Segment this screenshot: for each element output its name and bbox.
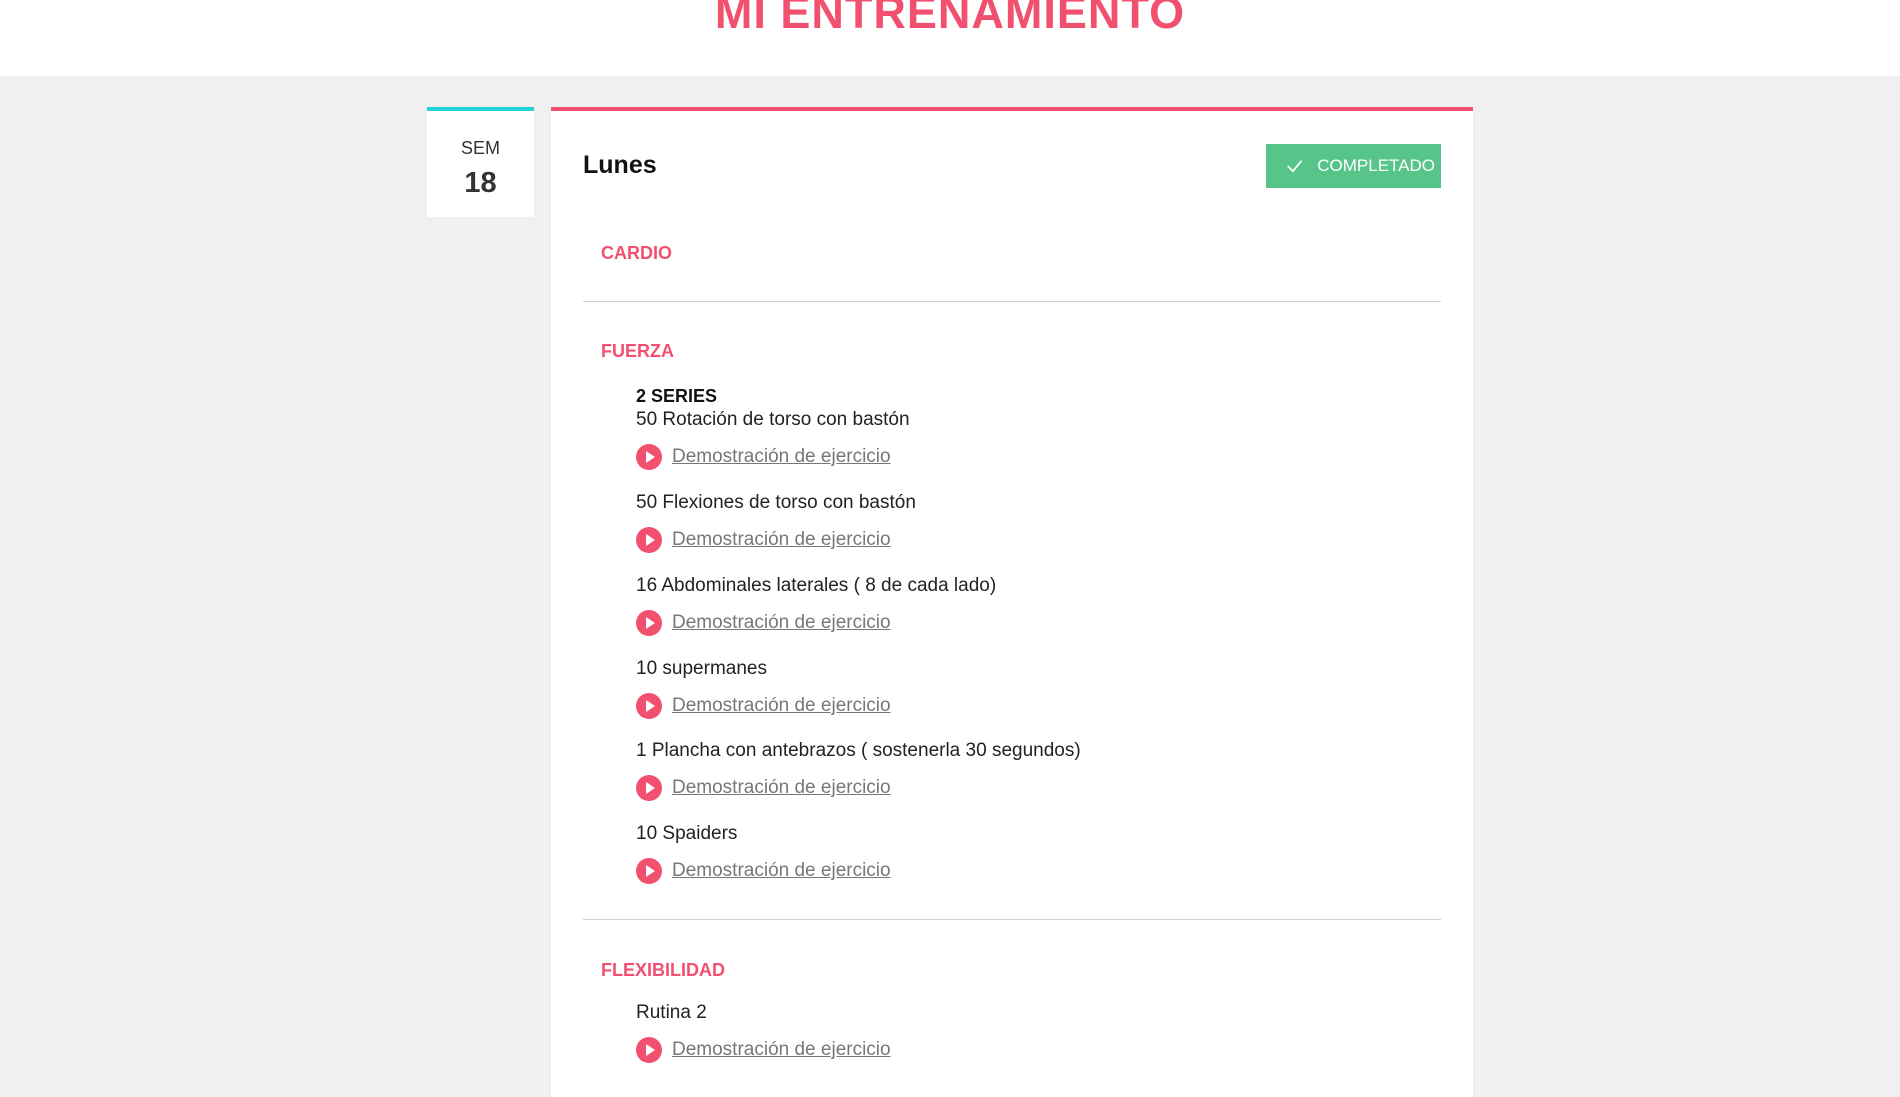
- exercise-demo-link[interactable]: Demostración de ejercicio: [672, 446, 891, 468]
- day-card: Lunes COMPLETADO CARDIO FUERZA 2 SERIES …: [551, 107, 1473, 1097]
- demo-row: Demostración de ejercicio: [636, 610, 1336, 636]
- demo-row: Demostración de ejercicio: [636, 775, 1336, 801]
- header: MI ENTRENAMIENTO: [0, 0, 1900, 76]
- week-number: 18: [464, 167, 497, 199]
- exercise-demo-link[interactable]: Demostración de ejercicio: [672, 1039, 891, 1061]
- exercise-demo-link[interactable]: Demostración de ejercicio: [672, 612, 891, 634]
- exercise-name: 1 Plancha con antebrazos ( sostenerla 30…: [636, 740, 1081, 761]
- exercise-item: 1 Plancha con antebrazos ( sostenerla 30…: [636, 740, 1336, 801]
- exercise-demo-link[interactable]: Demostración de ejercicio: [672, 860, 891, 882]
- demo-row: Demostración de ejercicio: [636, 444, 1336, 470]
- exercise-item: 10 Spaiders Demostración de ejercicio: [636, 823, 1336, 884]
- play-icon[interactable]: [636, 693, 662, 719]
- exercise-name: 50 Flexiones de torso con bastón: [636, 492, 916, 513]
- play-icon[interactable]: [636, 444, 662, 470]
- exercise-item: 50 Flexiones de torso con bastón Demostr…: [636, 492, 1336, 553]
- completed-label: COMPLETADO: [1317, 156, 1435, 175]
- play-icon[interactable]: [636, 858, 662, 884]
- exercise-item: 50 Rotación de torso con bastón Demostra…: [636, 409, 1336, 470]
- section-divider: [583, 301, 1441, 302]
- exercise-item: Rutina 2 Demostración de ejercicio: [636, 1002, 1336, 1063]
- week-card: SEM 18: [427, 107, 534, 217]
- completed-button[interactable]: COMPLETADO: [1266, 144, 1441, 188]
- play-icon[interactable]: [636, 1037, 662, 1063]
- section-title-cardio: CARDIO: [601, 243, 672, 263]
- series-label: 2 SERIES: [636, 386, 718, 406]
- exercise-name: 50 Rotación de torso con bastón: [636, 409, 910, 430]
- exercise-name: 10 supermanes: [636, 658, 767, 679]
- exercise-name: 16 Abdominales laterales ( 8 de cada lad…: [636, 575, 997, 596]
- demo-row: Demostración de ejercicio: [636, 693, 1336, 719]
- section-divider: [583, 919, 1441, 920]
- check-icon: [1287, 160, 1303, 173]
- exercise-name: Rutina 2: [636, 1002, 707, 1023]
- week-label: SEM: [460, 138, 500, 158]
- play-icon[interactable]: [636, 775, 662, 801]
- day-title: Lunes: [583, 151, 657, 179]
- section-title-fuerza: FUERZA: [601, 341, 674, 361]
- exercise-item: 16 Abdominales laterales ( 8 de cada lad…: [636, 575, 1336, 636]
- play-icon[interactable]: [636, 610, 662, 636]
- exercise-name: 10 Spaiders: [636, 823, 738, 844]
- exercise-item: 10 supermanes Demostración de ejercicio: [636, 658, 1336, 719]
- exercise-demo-link[interactable]: Demostración de ejercicio: [672, 529, 891, 551]
- demo-row: Demostración de ejercicio: [636, 858, 1336, 884]
- page-title: MI ENTRENAMIENTO: [714, 0, 1186, 38]
- exercise-demo-link[interactable]: Demostración de ejercicio: [672, 695, 891, 717]
- play-icon[interactable]: [636, 527, 662, 553]
- section-title-flexibilidad: FLEXIBILIDAD: [601, 960, 725, 980]
- demo-row: Demostración de ejercicio: [636, 527, 1336, 553]
- exercise-demo-link[interactable]: Demostración de ejercicio: [672, 777, 891, 799]
- demo-row: Demostración de ejercicio: [636, 1037, 1336, 1063]
